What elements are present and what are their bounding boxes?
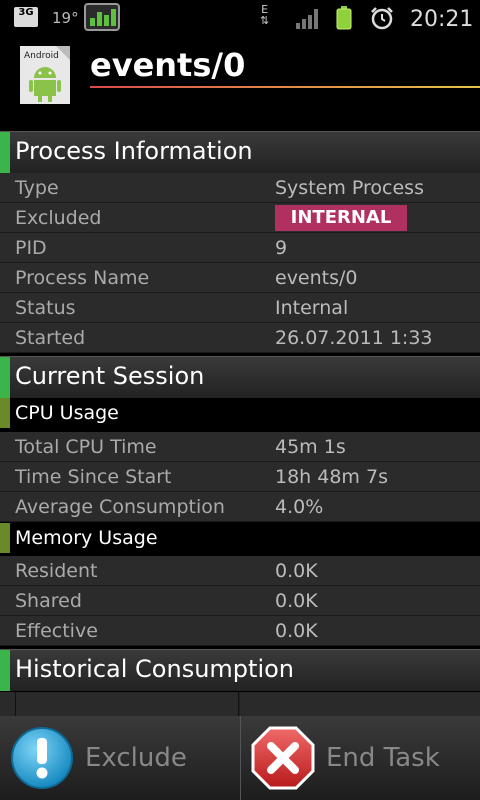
app-header: Android events/0 <box>0 38 480 130</box>
row-value: 18h 48m 7s <box>275 466 388 488</box>
section-title: Current Session <box>15 362 205 390</box>
row-label: Resident <box>15 560 98 582</box>
subsection-title: Memory Usage <box>15 527 158 549</box>
cpu-row-time-since-start: Time Since Start 18h 48m 7s <box>0 462 480 492</box>
3g-icon: 3G <box>14 7 38 27</box>
row-label: Status <box>15 297 76 319</box>
bottom-action-bar: Exclude End Task <box>0 716 480 800</box>
temperature: 19° <box>52 9 79 27</box>
memory-row-effective: Effective 0.0K <box>0 616 480 646</box>
section-accent <box>0 132 10 173</box>
row-value: 0.0K <box>275 590 318 612</box>
section-current-session: Current Session <box>0 356 480 398</box>
title-underline <box>90 86 480 88</box>
page-title: events/0 <box>90 46 246 84</box>
info-row-started: Started 26.07.2011 1:33 <box>0 323 480 353</box>
row-label: Total CPU Time <box>15 436 157 458</box>
row-label: Average Consumption <box>15 496 225 518</box>
end-task-label: End Task <box>326 743 440 773</box>
android-app-icon: Android <box>20 46 70 104</box>
edge-data-icon: E ⇅ <box>260 3 270 27</box>
history-chart-area <box>0 692 480 716</box>
alarm-clock-icon <box>371 7 393 30</box>
exclude-button[interactable]: Exclude <box>0 716 239 800</box>
clock: 20:21 <box>410 7 474 32</box>
signal-icon <box>296 9 322 29</box>
cpu-row-total-time: Total CPU Time 45m 1s <box>0 432 480 462</box>
history-cell <box>0 692 16 716</box>
section-process-information: Process Information <box>0 131 480 173</box>
end-task-button[interactable]: End Task <box>240 716 479 800</box>
subsection-memory-usage: Memory Usage <box>0 523 480 553</box>
svg-text:Android: Android <box>24 51 59 61</box>
row-label: Time Since Start <box>15 466 172 488</box>
memory-row-shared: Shared 0.0K <box>0 586 480 616</box>
info-row-type: Type System Process <box>0 173 480 203</box>
row-value: 26.07.2011 1:33 <box>275 327 433 349</box>
history-cell <box>240 692 480 716</box>
cpu-monitor-icon <box>84 3 120 31</box>
row-value: 9 <box>275 237 288 259</box>
subsection-cpu-usage: CPU Usage <box>0 398 480 428</box>
info-row-pid: PID 9 <box>0 233 480 263</box>
close-icon <box>251 726 315 790</box>
section-title: Process Information <box>15 137 253 165</box>
row-value: 0.0K <box>275 620 318 642</box>
status-bar: 3G 19° E ⇅ 20:21 <box>0 0 480 38</box>
section-title: Historical Consumption <box>15 655 294 683</box>
history-cell <box>16 692 239 716</box>
row-value: 4.0% <box>275 496 324 518</box>
row-value: System Process <box>275 177 424 199</box>
subsection-accent <box>0 398 10 428</box>
subsection-accent <box>0 523 10 553</box>
row-label: Process Name <box>15 267 150 289</box>
row-label: Shared <box>15 590 82 612</box>
info-row-process-name: Process Name events/0 <box>0 263 480 293</box>
row-value: 0.0K <box>275 560 318 582</box>
cpu-row-average-consumption: Average Consumption 4.0% <box>0 492 480 522</box>
row-label: Effective <box>15 620 98 642</box>
row-label: PID <box>15 237 47 259</box>
status-badge: INTERNAL <box>275 205 407 231</box>
row-value: events/0 <box>275 267 358 289</box>
battery-icon <box>336 6 352 30</box>
row-label: Type <box>15 177 59 199</box>
info-row-status: Status Internal <box>0 293 480 323</box>
subsection-title: CPU Usage <box>15 402 119 424</box>
row-label: Excluded <box>15 207 102 229</box>
section-accent <box>0 650 10 691</box>
exclude-label: Exclude <box>85 743 187 773</box>
exclamation-icon <box>11 727 73 789</box>
row-value: Internal <box>275 297 349 319</box>
row-value: 45m 1s <box>275 436 346 458</box>
memory-row-resident: Resident 0.0K <box>0 556 480 586</box>
row-label: Started <box>15 327 86 349</box>
section-historical-consumption: Historical Consumption <box>0 649 480 691</box>
info-row-excluded: Excluded INTERNAL <box>0 203 480 233</box>
section-accent <box>0 357 10 398</box>
